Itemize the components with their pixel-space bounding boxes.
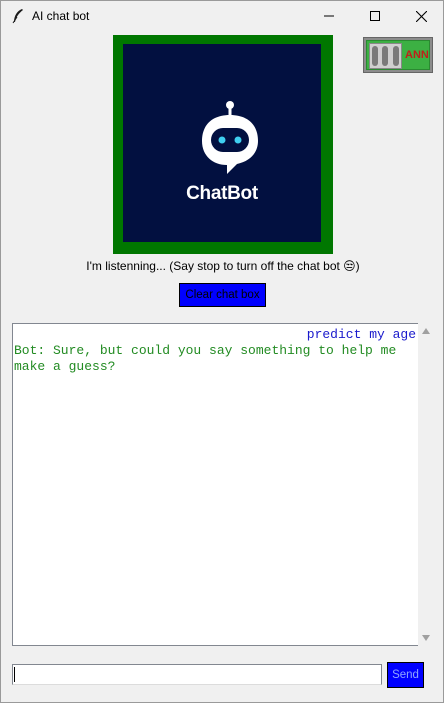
chatbot-logo: ChatBot xyxy=(123,44,321,242)
bot-message: Bot: Sure, but could you say something t… xyxy=(14,343,397,374)
text-caret xyxy=(14,667,15,682)
chat-scrollbar[interactable] xyxy=(418,323,435,646)
ann-bars-icon xyxy=(369,43,402,69)
close-icon xyxy=(415,10,427,22)
feather-icon xyxy=(12,9,23,24)
maximize-icon xyxy=(370,11,380,21)
chatbot-logo-text: ChatBot xyxy=(186,183,258,204)
ann-bar xyxy=(392,46,399,66)
title-bar: AI chat bot xyxy=(1,1,443,31)
ann-toggle-button[interactable]: ANN xyxy=(363,37,433,73)
app-window: AI chat bot ChatBot ANN I'm listenning..… xyxy=(0,0,444,703)
ann-bar xyxy=(372,46,379,66)
robot-icon xyxy=(202,101,258,174)
chatbot-logo-frame: ChatBot xyxy=(113,35,333,254)
minimize-icon xyxy=(324,15,334,17)
message-input[interactable] xyxy=(12,664,382,685)
user-message: predict my age xyxy=(306,327,416,342)
send-button[interactable]: Send xyxy=(387,662,424,688)
scroll-up-arrow-icon[interactable] xyxy=(422,328,430,334)
chat-log[interactable]: predict my age Bot: Sure, but could you … xyxy=(12,323,418,646)
ann-label: ANN xyxy=(405,49,429,61)
window-title: AI chat bot xyxy=(32,9,90,23)
close-button[interactable] xyxy=(398,1,444,31)
minimize-button[interactable] xyxy=(306,1,352,31)
listening-status: I'm listenning... (Say stop to turn off … xyxy=(86,259,360,273)
ann-toggle-body: ANN xyxy=(366,40,430,70)
maximize-button[interactable] xyxy=(352,1,398,31)
clear-chat-button[interactable]: Clear chat box xyxy=(179,283,266,307)
scroll-down-arrow-icon[interactable] xyxy=(422,635,430,641)
ann-bar xyxy=(382,46,389,66)
